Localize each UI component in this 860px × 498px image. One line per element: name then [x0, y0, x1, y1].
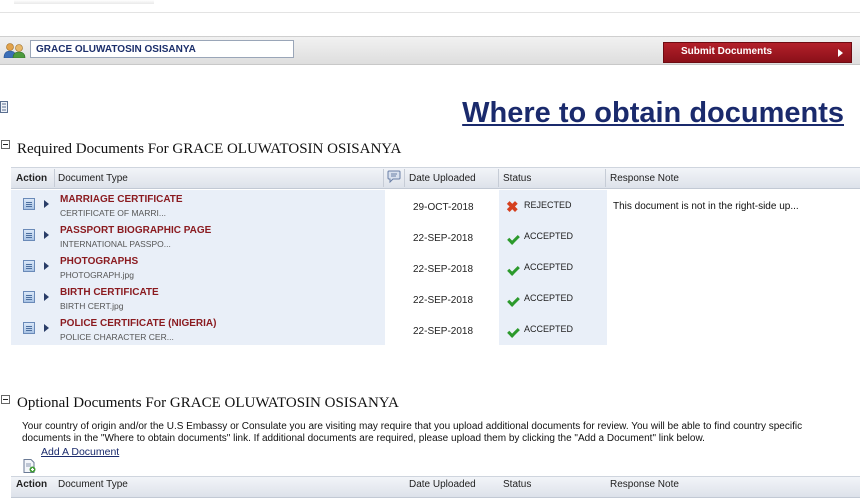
expand-arrow-icon[interactable]: [44, 200, 49, 208]
users-icon: [3, 42, 27, 59]
table-row: PASSPORT BIOGRAPHIC PAGE INTERNATIONAL P…: [11, 221, 860, 252]
document-title[interactable]: PASSPORT BIOGRAPHIC PAGE: [60, 225, 211, 236]
column-separator: [498, 169, 499, 187]
expand-arrow-icon[interactable]: [44, 262, 49, 270]
status-badge: REJECTED: [524, 200, 572, 210]
column-header-action: Action: [16, 479, 48, 490]
submit-documents-button[interactable]: Submit Documents: [663, 42, 852, 63]
comment-icon: [387, 170, 401, 184]
status-badge: ACCEPTED: [524, 231, 574, 241]
column-separator: [54, 169, 55, 187]
date-uploaded: 22-SEP-2018: [413, 233, 474, 244]
top-bar-fragment: [14, 0, 154, 4]
document-filename: BIRTH CERT.jpg: [60, 301, 124, 311]
column-separator: [605, 169, 606, 187]
optional-description: Your country of origin and/or the U.S Em…: [22, 421, 803, 444]
table-row: MARRIAGE CERTIFICATE CERTIFICATE OF MARR…: [11, 190, 860, 221]
add-document-icon[interactable]: [23, 459, 36, 473]
table-row: POLICE CERTIFICATE (NIGERIA) POLICE CHAR…: [11, 314, 860, 345]
table-row: PHOTOGRAPHS PHOTOGRAPH.jpg 22-SEP-2018 A…: [11, 252, 860, 283]
applicant-name-field[interactable]: GRACE OLUWATOSIN OSISANYA: [30, 40, 294, 58]
document-title[interactable]: PHOTOGRAPHS: [60, 256, 138, 267]
column-header-document-type[interactable]: Document Type: [58, 479, 128, 490]
collapse-icon[interactable]: [1, 140, 10, 149]
column-header-status[interactable]: Status: [503, 173, 531, 184]
document-view-icon[interactable]: [23, 229, 35, 241]
column-header-date-uploaded[interactable]: Date Uploaded: [409, 173, 476, 184]
x-icon: ✖: [506, 199, 519, 216]
optional-section-title: Optional Documents For GRACE OLUWATOSIN …: [17, 395, 399, 411]
column-header-response-note[interactable]: Response Note: [610, 479, 679, 490]
column-header-document-type[interactable]: Document Type: [58, 173, 128, 184]
document-filename: POLICE CHARACTER CER...: [60, 332, 174, 342]
collapse-icon[interactable]: [1, 395, 10, 404]
column-header-date-uploaded[interactable]: Date Uploaded: [409, 479, 476, 490]
date-uploaded: 22-SEP-2018: [413, 295, 474, 306]
status-badge: ACCEPTED: [524, 293, 574, 303]
top-divider: [0, 12, 860, 13]
add-document-link[interactable]: Add A Document: [41, 446, 119, 458]
status-badge: ACCEPTED: [524, 262, 574, 272]
document-view-icon[interactable]: [23, 291, 35, 303]
status-badge: ACCEPTED: [524, 324, 574, 334]
expand-arrow-icon[interactable]: [44, 324, 49, 332]
date-uploaded: 29-OCT-2018: [413, 202, 474, 213]
document-title[interactable]: BIRTH CERTIFICATE: [60, 287, 159, 298]
column-header-response-note[interactable]: Response Note: [610, 173, 679, 184]
column-separator: [383, 169, 384, 187]
date-uploaded: 22-SEP-2018: [413, 264, 474, 275]
column-separator: [404, 169, 405, 187]
expand-arrow-icon[interactable]: [44, 293, 49, 301]
document-title[interactable]: MARRIAGE CERTIFICATE: [60, 194, 183, 205]
document-filename: INTERNATIONAL PASSPO...: [60, 239, 171, 249]
required-section-title: Required Documents For GRACE OLUWATOSIN …: [17, 141, 402, 157]
column-header-status[interactable]: Status: [503, 479, 531, 490]
date-uploaded: 22-SEP-2018: [413, 326, 474, 337]
chevron-right-icon: [838, 49, 843, 57]
column-header-action: Action: [16, 173, 48, 184]
document-filename: PHOTOGRAPH.jpg: [60, 270, 135, 280]
submit-documents-label: Submit Documents: [681, 46, 773, 57]
response-note: This document is not in the right-side u…: [613, 201, 799, 212]
table-row: BIRTH CERTIFICATE BIRTH CERT.jpg 22-SEP-…: [11, 283, 860, 314]
expand-arrow-icon[interactable]: [44, 231, 49, 239]
document-view-icon[interactable]: [23, 198, 35, 210]
print-icon[interactable]: [0, 100, 8, 113]
document-title[interactable]: POLICE CERTIFICATE (NIGERIA): [60, 318, 216, 329]
document-view-icon[interactable]: [23, 260, 35, 272]
document-filename: CERTIFICATE OF MARRI...: [60, 208, 166, 218]
where-to-obtain-documents-link[interactable]: Where to obtain documents: [462, 97, 844, 130]
document-view-icon[interactable]: [23, 322, 35, 334]
